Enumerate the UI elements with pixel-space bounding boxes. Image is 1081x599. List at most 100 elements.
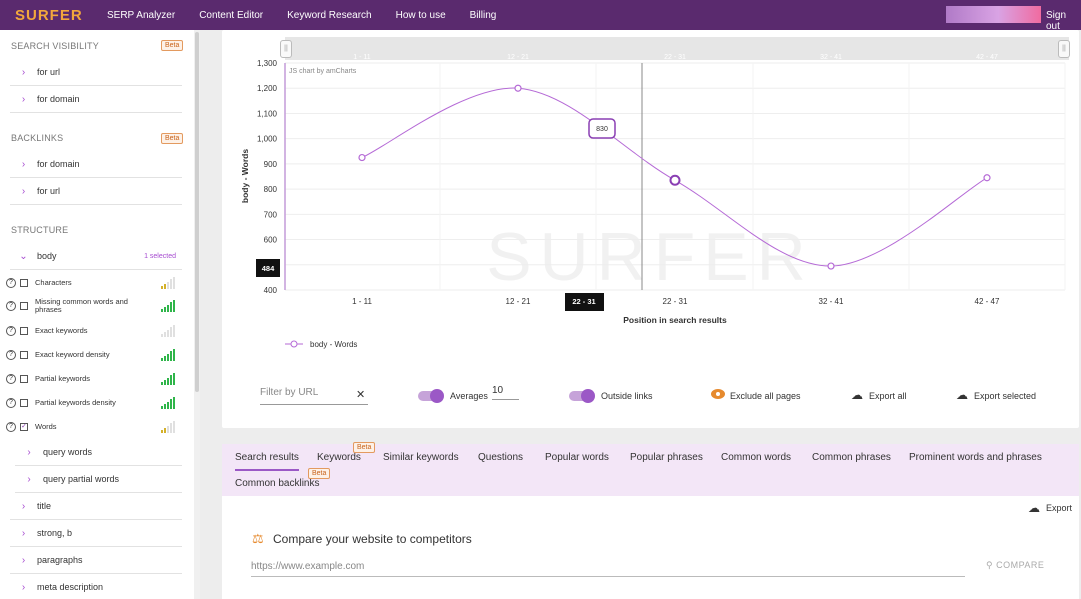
structure-title[interactable]: › title	[10, 493, 182, 520]
help-icon[interactable]: ?	[6, 398, 16, 408]
chevron-right-icon: ›	[21, 158, 26, 170]
cloud-download-icon[interactable]: ☁	[851, 388, 863, 402]
user-account-box[interactable]	[946, 6, 1041, 23]
tab-search-results[interactable]: Search results	[235, 452, 299, 471]
metric-row[interactable]: ? Partial keywords density	[6, 391, 182, 415]
results-card: Search results Keywords Beta Similar key…	[222, 442, 1079, 599]
signal-bars-icon	[161, 349, 176, 361]
sidebar-scrollbar-thumb[interactable]	[195, 32, 199, 392]
tab-common-words[interactable]: Common words	[721, 452, 791, 463]
averages-count-input[interactable]: 10	[492, 385, 519, 400]
structure-strong-b[interactable]: › strong, b	[10, 520, 182, 547]
sidebar-item-label: meta description	[37, 582, 104, 592]
close-icon[interactable]: ✕	[356, 388, 365, 401]
tab-common-phrases[interactable]: Common phrases	[812, 452, 891, 463]
signal-bars-icon	[161, 277, 176, 289]
tab-keywords[interactable]: Keywords	[317, 452, 361, 463]
structure-body[interactable]: ⌄ body 1 selected	[10, 243, 182, 270]
chevron-right-icon: ›	[21, 581, 26, 593]
surfer-logo[interactable]: SURFER	[15, 7, 99, 24]
scrollbar-right-grip[interactable]: ||	[1058, 40, 1070, 58]
help-icon[interactable]: ?	[6, 374, 16, 384]
backlinks-for-domain[interactable]: › for domain	[10, 151, 182, 178]
metric-row[interactable]: ? Partial keywords	[6, 367, 182, 391]
search-visibility-for-url[interactable]: › for url	[10, 59, 182, 86]
metric-checkbox[interactable]	[20, 327, 28, 335]
tab-popular-words[interactable]: Popular words	[545, 452, 609, 463]
export-all-button[interactable]: Export all	[869, 391, 907, 401]
sign-out-link[interactable]: Sign out	[1046, 10, 1081, 32]
signal-bars-icon	[161, 325, 176, 337]
beta-badge: Beta	[161, 40, 184, 51]
averages-label: Averages	[450, 391, 488, 401]
cloud-download-icon[interactable]: ☁	[1028, 501, 1040, 515]
tab-questions[interactable]: Questions	[478, 452, 523, 463]
help-icon[interactable]: ?	[6, 350, 16, 360]
sidebar: SEARCH VISIBILITY Beta › for url › for d…	[0, 30, 200, 599]
nav-serp-analyzer[interactable]: SERP Analyzer	[107, 10, 175, 21]
main-nav: SERP Analyzer Content Editor Keyword Res…	[99, 10, 520, 21]
structure-query-words[interactable]: › query words	[15, 439, 182, 466]
outside-links-label: Outside links	[601, 391, 653, 401]
top-nav-bar: SURFER SERP Analyzer Content Editor Keyw…	[0, 0, 1081, 32]
structure-query-partial-words[interactable]: › query partial words	[15, 466, 182, 493]
metric-label: Exact keyword density	[35, 350, 110, 359]
nav-how-to-use[interactable]: How to use	[396, 10, 446, 21]
nav-content-editor[interactable]: Content Editor	[199, 10, 263, 21]
backlinks-heading: BACKLINKS	[11, 133, 64, 143]
beta-badge: Beta	[353, 442, 376, 453]
metric-label: Partial keywords	[35, 374, 91, 383]
metric-checkbox[interactable]	[20, 399, 28, 407]
export-selected-button[interactable]: Export selected	[974, 391, 1036, 401]
help-icon[interactable]: ?	[6, 326, 16, 336]
chevron-right-icon: ›	[21, 185, 26, 197]
structure-paragraphs[interactable]: › paragraphs	[10, 547, 182, 574]
metric-label: Exact keywords	[35, 326, 88, 335]
chart-controls: Filter by URL ✕ Averages 10 Outside link…	[258, 383, 1068, 409]
eye-icon[interactable]	[711, 389, 725, 399]
cloud-download-icon[interactable]: ☁	[956, 388, 968, 402]
metric-checkbox[interactable]	[20, 302, 28, 310]
metric-row[interactable]: ? Exact keyword density	[6, 343, 182, 367]
exclude-all-pages-button[interactable]: Exclude all pages	[730, 391, 801, 401]
help-icon[interactable]: ?	[6, 422, 16, 432]
search-visibility-for-domain[interactable]: › for domain	[10, 86, 182, 113]
scrollbar-left-grip[interactable]: ||	[280, 40, 292, 58]
metric-checkbox[interactable]: ✓	[20, 423, 28, 431]
chart-scrollbar[interactable]	[285, 37, 1069, 60]
help-icon[interactable]: ?	[6, 301, 16, 311]
export-button[interactable]: Export	[1046, 503, 1072, 513]
tab-popular-phrases[interactable]: Popular phrases	[630, 452, 703, 463]
chevron-right-icon: ›	[21, 500, 26, 512]
compare-title: Compare your website to competitors	[273, 532, 472, 546]
metric-checkbox[interactable]	[20, 279, 28, 287]
tab-prominent-words-and-phrases[interactable]: Prominent words and phrases	[909, 452, 1042, 463]
sidebar-item-label: for domain	[37, 159, 80, 169]
metric-checkbox[interactable]	[20, 351, 28, 359]
help-icon[interactable]: ?	[6, 278, 16, 288]
signal-bars-icon	[161, 373, 176, 385]
website-url-input[interactable]: https://www.example.com	[251, 561, 965, 577]
metric-label: Characters	[35, 278, 72, 287]
outside-links-toggle[interactable]	[569, 389, 595, 403]
metric-row[interactable]: ? Characters	[6, 271, 182, 295]
metric-row[interactable]: ? Exact keywords	[6, 319, 182, 343]
nav-keyword-research[interactable]: Keyword Research	[287, 10, 371, 21]
signal-bars-icon	[161, 300, 176, 312]
structure-meta-description[interactable]: › meta description	[10, 574, 182, 599]
tab-common-backlinks[interactable]: Common backlinks	[235, 478, 319, 489]
metric-row[interactable]: ? Missing common words and phrases	[6, 294, 182, 318]
metric-checkbox[interactable]	[20, 375, 28, 383]
backlinks-for-url[interactable]: › for url	[10, 178, 182, 205]
chevron-down-icon: ⌄	[19, 250, 28, 262]
compare-button[interactable]: ⚲ COMPARE	[986, 560, 1044, 571]
selected-count: 1 selected	[144, 252, 176, 260]
sidebar-item-label: title	[37, 501, 52, 511]
averages-toggle[interactable]	[418, 389, 444, 403]
tab-similar-keywords[interactable]: Similar keywords	[383, 452, 459, 463]
metric-label: Partial keywords density	[35, 398, 116, 407]
filter-by-url-input[interactable]: Filter by URL	[260, 387, 368, 405]
metric-row[interactable]: ? ✓ Words	[6, 415, 182, 439]
nav-billing[interactable]: Billing	[470, 10, 497, 21]
sidebar-item-label: strong, b	[37, 528, 73, 538]
